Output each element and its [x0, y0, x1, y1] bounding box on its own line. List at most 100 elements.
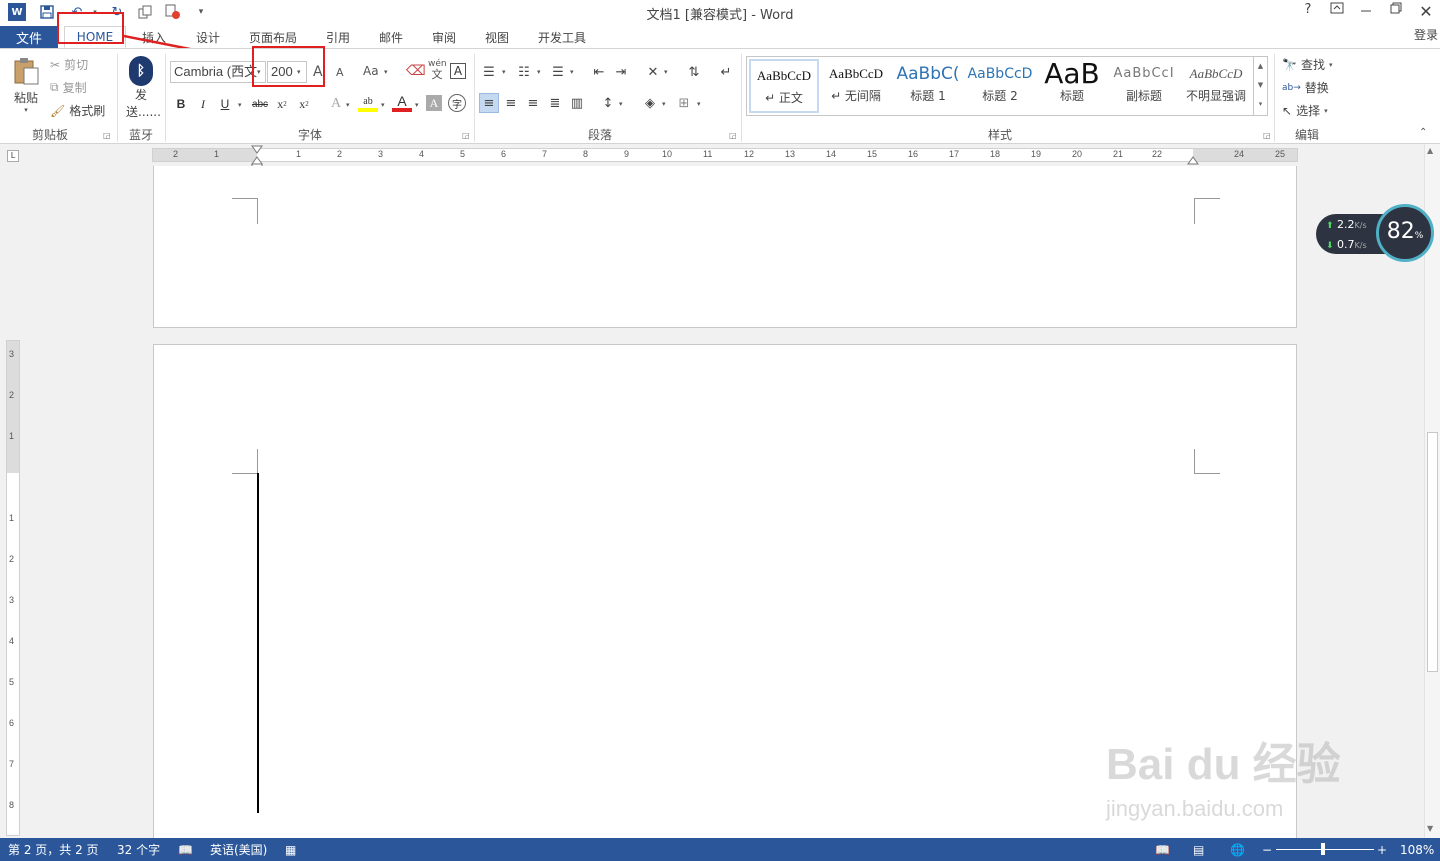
- word-count-status[interactable]: 32 个字: [117, 841, 160, 858]
- paste-button[interactable]: 粘贴 ▾: [8, 56, 44, 114]
- text-effects-button[interactable]: A: [326, 94, 346, 114]
- style-subtle-emphasis[interactable]: AaBbCcD 不明显强调: [1181, 59, 1251, 113]
- line-spacing-icon[interactable]: ↕: [598, 93, 618, 113]
- font-color-button[interactable]: A: [392, 93, 412, 112]
- subscript-button[interactable]: x2: [272, 94, 292, 114]
- align-right-icon[interactable]: ≡: [523, 93, 543, 113]
- page-count-status[interactable]: 第 2 页，共 2 页: [8, 841, 99, 858]
- zoom-slider-track[interactable]: [1276, 849, 1374, 850]
- clear-format-icon[interactable]: ⌫: [406, 63, 426, 79]
- chinese-layout-icon[interactable]: ✕: [643, 62, 663, 82]
- proofing-icon[interactable]: 📖: [178, 843, 193, 857]
- tab-file[interactable]: 文件: [0, 26, 58, 48]
- paragraph-launcher-icon[interactable]: ◲: [729, 131, 737, 140]
- sort-icon[interactable]: ⇅: [684, 62, 704, 82]
- text-effects-dropdown-icon[interactable]: ▾: [346, 101, 350, 109]
- change-case-button[interactable]: Aa: [363, 64, 379, 78]
- borders-dropdown-icon[interactable]: ▾: [697, 100, 701, 108]
- show-marks-icon[interactable]: ↵: [716, 62, 736, 82]
- change-case-dropdown-icon[interactable]: ▾: [384, 68, 388, 76]
- macro-record-icon[interactable]: ▦: [285, 843, 296, 857]
- find-button[interactable]: 🔭 查找 ▾: [1282, 56, 1332, 73]
- web-layout-icon[interactable]: 🌐: [1230, 843, 1245, 857]
- tab-review[interactable]: 审阅: [424, 26, 464, 48]
- highlight-dropdown-icon[interactable]: ▾: [381, 101, 385, 109]
- line-spacing-dropdown-icon[interactable]: ▾: [619, 100, 623, 108]
- network-speed-widget[interactable]: ⬆ 2.2K/s ⬇ 0.7K/s 82%: [1314, 204, 1434, 262]
- styles-scroll-controls[interactable]: ▲ ▼ ▾: [1254, 56, 1268, 116]
- right-indent-marker-icon[interactable]: [1186, 154, 1200, 166]
- format-painter-button[interactable]: 🖌 格式刷: [50, 102, 105, 119]
- style-no-spacing[interactable]: AaBbCcD ↵ 无间隔: [821, 59, 891, 113]
- numbering-dropdown-icon[interactable]: ▾: [537, 68, 541, 76]
- style-subtitle[interactable]: AaBbCcI 副标题: [1109, 59, 1179, 113]
- zoom-slider-thumb[interactable]: [1321, 843, 1325, 855]
- zoom-in-icon[interactable]: +: [1377, 843, 1387, 857]
- minimize-icon[interactable]: [1354, 2, 1378, 22]
- style-heading-1[interactable]: AaBbC( 标题 1: [893, 59, 963, 113]
- underline-button[interactable]: U: [215, 94, 235, 114]
- phonetic-guide-button[interactable]: wén 文: [428, 60, 447, 81]
- shading-dropdown-icon[interactable]: ▾: [662, 100, 666, 108]
- login-link[interactable]: 登录: [1414, 26, 1438, 43]
- bold-button[interactable]: B: [171, 94, 191, 114]
- tab-selector-icon[interactable]: L: [7, 150, 19, 162]
- collapse-ribbon-icon[interactable]: ⌃: [1419, 127, 1427, 138]
- shrink-font-button[interactable]: A: [336, 66, 344, 79]
- zoom-level[interactable]: 108%: [1400, 843, 1434, 857]
- vertical-ruler[interactable]: 3 2 1 1 2 3 4 5 6 7 8: [6, 340, 20, 836]
- cut-button[interactable]: ✂ 剪切: [50, 56, 88, 73]
- tab-developer[interactable]: 开发工具: [532, 26, 592, 48]
- styles-launcher-icon[interactable]: ◲: [1263, 131, 1271, 140]
- enclose-char-button[interactable]: 字: [448, 94, 466, 112]
- char-shading-button[interactable]: A: [426, 95, 442, 111]
- help-button[interactable]: ?: [1296, 2, 1320, 22]
- underline-dropdown-icon[interactable]: ▾: [238, 101, 242, 109]
- highlight-button[interactable]: ab: [358, 94, 378, 112]
- borders-icon[interactable]: ⊞: [674, 93, 694, 113]
- clipboard-launcher-icon[interactable]: ◲: [103, 131, 111, 140]
- bluetooth-send-button[interactable]: ᛒ 发 送......: [126, 56, 161, 120]
- language-status[interactable]: 英语(美国): [210, 841, 267, 858]
- multilevel-list-icon[interactable]: ☰: [548, 62, 568, 82]
- tab-references[interactable]: 引用: [318, 26, 358, 48]
- justify-icon[interactable]: ≣: [545, 93, 565, 113]
- font-color-dropdown-icon[interactable]: ▾: [415, 101, 419, 109]
- superscript-button[interactable]: x2: [294, 94, 314, 114]
- tab-mailings[interactable]: 邮件: [371, 26, 411, 48]
- scroll-down-icon[interactable]: ▼: [1427, 824, 1433, 833]
- close-icon[interactable]: ✕: [1414, 2, 1438, 22]
- char-border-button[interactable]: A: [450, 63, 466, 79]
- restore-icon[interactable]: [1384, 2, 1408, 22]
- decrease-indent-icon[interactable]: ⇤: [589, 62, 609, 82]
- bullets-icon[interactable]: ☰: [479, 62, 499, 82]
- tab-view[interactable]: 视图: [477, 26, 517, 48]
- numbering-icon[interactable]: ☷: [514, 62, 534, 82]
- chinese-layout-dropdown-icon[interactable]: ▾: [664, 68, 668, 76]
- read-mode-icon[interactable]: 📖: [1155, 843, 1170, 857]
- select-button[interactable]: ↖ 选择 ▾: [1282, 102, 1328, 119]
- multilevel-dropdown-icon[interactable]: ▾: [570, 68, 574, 76]
- scroll-thumb[interactable]: [1427, 432, 1438, 672]
- replace-button[interactable]: ab→ 替换: [1282, 79, 1329, 96]
- font-launcher-icon[interactable]: ◲: [462, 131, 470, 140]
- align-left-icon[interactable]: ≡: [479, 93, 499, 113]
- style-heading-2[interactable]: AaBbCcD 标题 2: [965, 59, 1035, 113]
- style-normal[interactable]: AaBbCcD ↵ 正文: [749, 59, 819, 113]
- ribbon-display-options-icon[interactable]: [1325, 2, 1349, 22]
- zoom-out-icon[interactable]: −: [1262, 843, 1272, 857]
- horizontal-ruler[interactable]: 2 1 1 2 3 4 5 6 7 8 9 10 11 12 13 14 15 …: [152, 148, 1298, 162]
- italic-button[interactable]: I: [193, 94, 213, 114]
- scroll-up-icon[interactable]: ▲: [1427, 146, 1433, 155]
- increase-indent-icon[interactable]: ⇥: [611, 62, 631, 82]
- grow-font-button[interactable]: A: [313, 64, 323, 80]
- strikethrough-button[interactable]: abc: [250, 94, 270, 114]
- align-center-icon[interactable]: ≡: [501, 93, 521, 113]
- page-1[interactable]: [153, 166, 1297, 328]
- shading-icon[interactable]: ◈: [640, 93, 660, 113]
- copy-button[interactable]: ⧉ 复制: [50, 79, 87, 96]
- distributed-icon[interactable]: ▥: [567, 93, 587, 113]
- style-title[interactable]: AaB 标题: [1037, 59, 1107, 113]
- bullets-dropdown-icon[interactable]: ▾: [502, 68, 506, 76]
- print-layout-icon[interactable]: ▤: [1193, 843, 1204, 857]
